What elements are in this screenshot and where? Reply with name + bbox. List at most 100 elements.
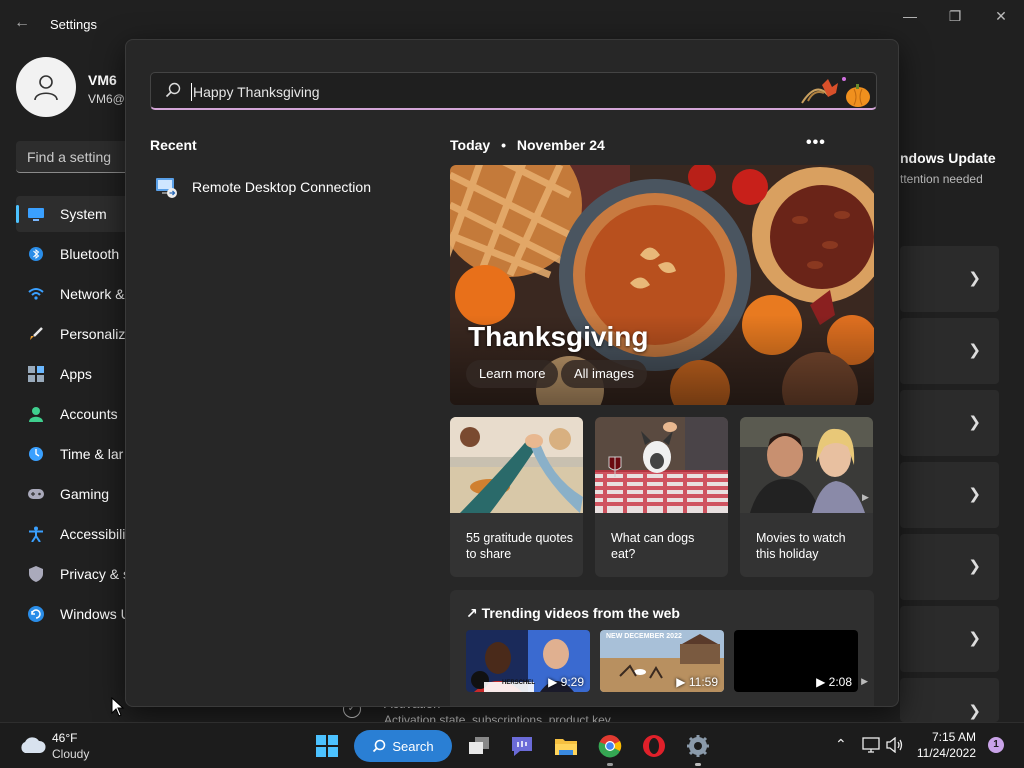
remote-desktop-icon <box>156 178 177 198</box>
sidebar-item-label: Windows U <box>60 606 131 622</box>
weather-temp[interactable]: 46°F <box>52 731 77 745</box>
gratitude-quotes-image <box>450 417 583 513</box>
windows-update-title: ndows Update <box>900 150 996 166</box>
sidebar-item-label: Privacy & s <box>60 566 131 582</box>
opera-icon <box>643 735 665 757</box>
chevron-right-icon: ❯ <box>968 414 981 431</box>
settings-card[interactable]: ❯ <box>900 462 999 528</box>
person-icon <box>28 406 44 422</box>
trending-heading-label: Trending videos from the web <box>481 605 680 621</box>
sidebar-item-system[interactable]: System <box>16 196 131 232</box>
search-query: Happy Thanksgiving <box>193 84 320 100</box>
sidebar-item-windows-update[interactable]: Windows U <box>16 596 131 632</box>
minimize-icon[interactable]: — <box>895 8 925 24</box>
trending-arrow-icon: ↗ <box>466 605 478 621</box>
chevron-right-icon: ❯ <box>968 342 981 359</box>
user-name: VM6 <box>88 72 117 88</box>
hero-card-thanksgiving[interactable]: Thanksgiving Learn more All images <box>450 165 874 405</box>
sidebar-item-gaming[interactable]: Gaming <box>16 476 131 512</box>
settings-card[interactable]: ❯ <box>900 390 999 456</box>
recent-heading: Recent <box>150 137 197 153</box>
settings-card[interactable]: ❯ <box>900 246 999 312</box>
chevron-up-icon[interactable]: ⌃ <box>835 736 847 753</box>
network-icon[interactable] <box>862 737 880 753</box>
sidebar-item-accessibility[interactable]: Accessibilit <box>16 516 131 552</box>
find-setting-input[interactable]: Find a setting <box>16 141 136 173</box>
learn-more-button[interactable]: Learn more <box>466 360 559 388</box>
sidebar-item-label: Accounts <box>60 406 118 422</box>
notification-badge[interactable]: 1 <box>988 737 1004 753</box>
tile-what-dogs-eat[interactable]: What can dogs eat? <box>595 417 728 577</box>
cloud-icon[interactable] <box>18 735 46 755</box>
person-icon <box>34 75 58 101</box>
update-icon <box>28 606 44 622</box>
video-duration: ▶ 9:29 <box>548 675 584 689</box>
next-arrow-icon[interactable]: ▶ <box>862 492 869 503</box>
close-icon[interactable]: ✕ <box>986 8 1016 25</box>
chevron-right-icon: ❯ <box>968 558 981 575</box>
more-options-button[interactable]: ••• <box>806 134 826 152</box>
shield-icon <box>28 566 44 582</box>
all-images-button[interactable]: All images <box>561 360 647 388</box>
search-input[interactable]: Happy Thanksgiving <box>150 72 877 110</box>
hero-title: Thanksgiving <box>468 321 649 352</box>
brush-icon <box>28 326 44 342</box>
chrome-button[interactable] <box>596 732 624 766</box>
settings-card[interactable]: ❯ <box>900 606 999 672</box>
search-icon <box>373 739 386 753</box>
windows-update-subtitle: ttention needed <box>900 172 983 186</box>
sidebar-item-privacy[interactable]: Privacy & s <box>16 556 131 592</box>
dog-at-table-image <box>595 417 728 513</box>
chevron-right-icon: ❯ <box>968 270 981 287</box>
clock-date[interactable]: 11/24/2022 <box>906 746 976 760</box>
settings-app-button[interactable] <box>684 732 712 766</box>
clock-globe-icon <box>28 446 44 462</box>
tile-caption: What can dogs eat? <box>611 531 695 561</box>
tile-caption: 55 gratitude quotes to share <box>466 531 574 561</box>
monitor-icon <box>28 206 44 222</box>
weather-condition[interactable]: Cloudy <box>52 747 89 761</box>
settings-card[interactable]: ❯ <box>900 534 999 600</box>
search-button-label: Search <box>392 738 434 754</box>
video-duration-label: 9:29 <box>560 675 584 689</box>
sidebar-item-accounts[interactable]: Accounts <box>16 396 131 432</box>
today-label: Today <box>450 137 491 153</box>
tile-gratitude-quotes[interactable]: 55 gratitude quotes to share <box>450 417 583 577</box>
windows-logo-icon <box>316 735 338 757</box>
trending-video-3[interactable]: ▶ 2:08 <box>734 630 858 692</box>
sidebar-item-bluetooth[interactable]: Bluetooth <box>16 236 131 272</box>
video-overlay-text: HERSCHEL <box>502 680 536 686</box>
sidebar-item-network[interactable]: Network & <box>16 276 131 312</box>
start-button[interactable] <box>313 732 341 760</box>
sidebar-item-label: Gaming <box>60 486 110 502</box>
sidebar-item-apps[interactable]: Apps <box>16 356 131 392</box>
running-indicator <box>607 763 613 766</box>
tile-holiday-movies[interactable]: Movies to watch this holiday <box>740 417 873 577</box>
file-explorer-button[interactable] <box>552 732 580 760</box>
trending-video-1[interactable]: HERSCHEL ▶ 9:29 <box>466 630 590 692</box>
video-duration-label: 2:08 <box>828 675 852 689</box>
avatar[interactable] <box>16 57 76 117</box>
sidebar-item-label: Network & <box>60 286 125 302</box>
task-view-button[interactable] <box>465 732 493 760</box>
teams-chat-button[interactable] <box>508 732 536 760</box>
maximize-icon[interactable]: ❐ <box>940 8 970 25</box>
sidebar-item-label: System <box>60 206 107 222</box>
window-title: Settings <box>50 17 97 32</box>
next-arrow-icon[interactable]: ▶ <box>861 676 868 687</box>
sidebar-item-label: Apps <box>60 366 92 382</box>
opera-button[interactable] <box>640 732 668 760</box>
video-duration-label: 11:59 <box>688 675 718 689</box>
clock-time[interactable]: 7:15 AM <box>916 730 976 744</box>
gamepad-icon <box>28 486 44 502</box>
sidebar-item-personalization[interactable]: Personaliz <box>16 316 131 352</box>
tile-caption: Movies to watch this holiday <box>756 531 846 561</box>
chevron-right-icon: ❯ <box>968 486 981 503</box>
recent-item-remote-desktop[interactable]: Remote Desktop Connection <box>154 172 414 202</box>
volume-icon[interactable] <box>886 737 904 753</box>
sidebar-item-time-language[interactable]: Time & lar <box>16 436 131 472</box>
trending-video-2[interactable]: NEW DECEMBER 2022 ▶ 11:59 <box>600 630 724 692</box>
back-arrow-icon[interactable]: ← <box>14 14 30 32</box>
settings-card[interactable]: ❯ <box>900 318 999 384</box>
taskbar-search-button[interactable]: Search <box>354 730 452 762</box>
